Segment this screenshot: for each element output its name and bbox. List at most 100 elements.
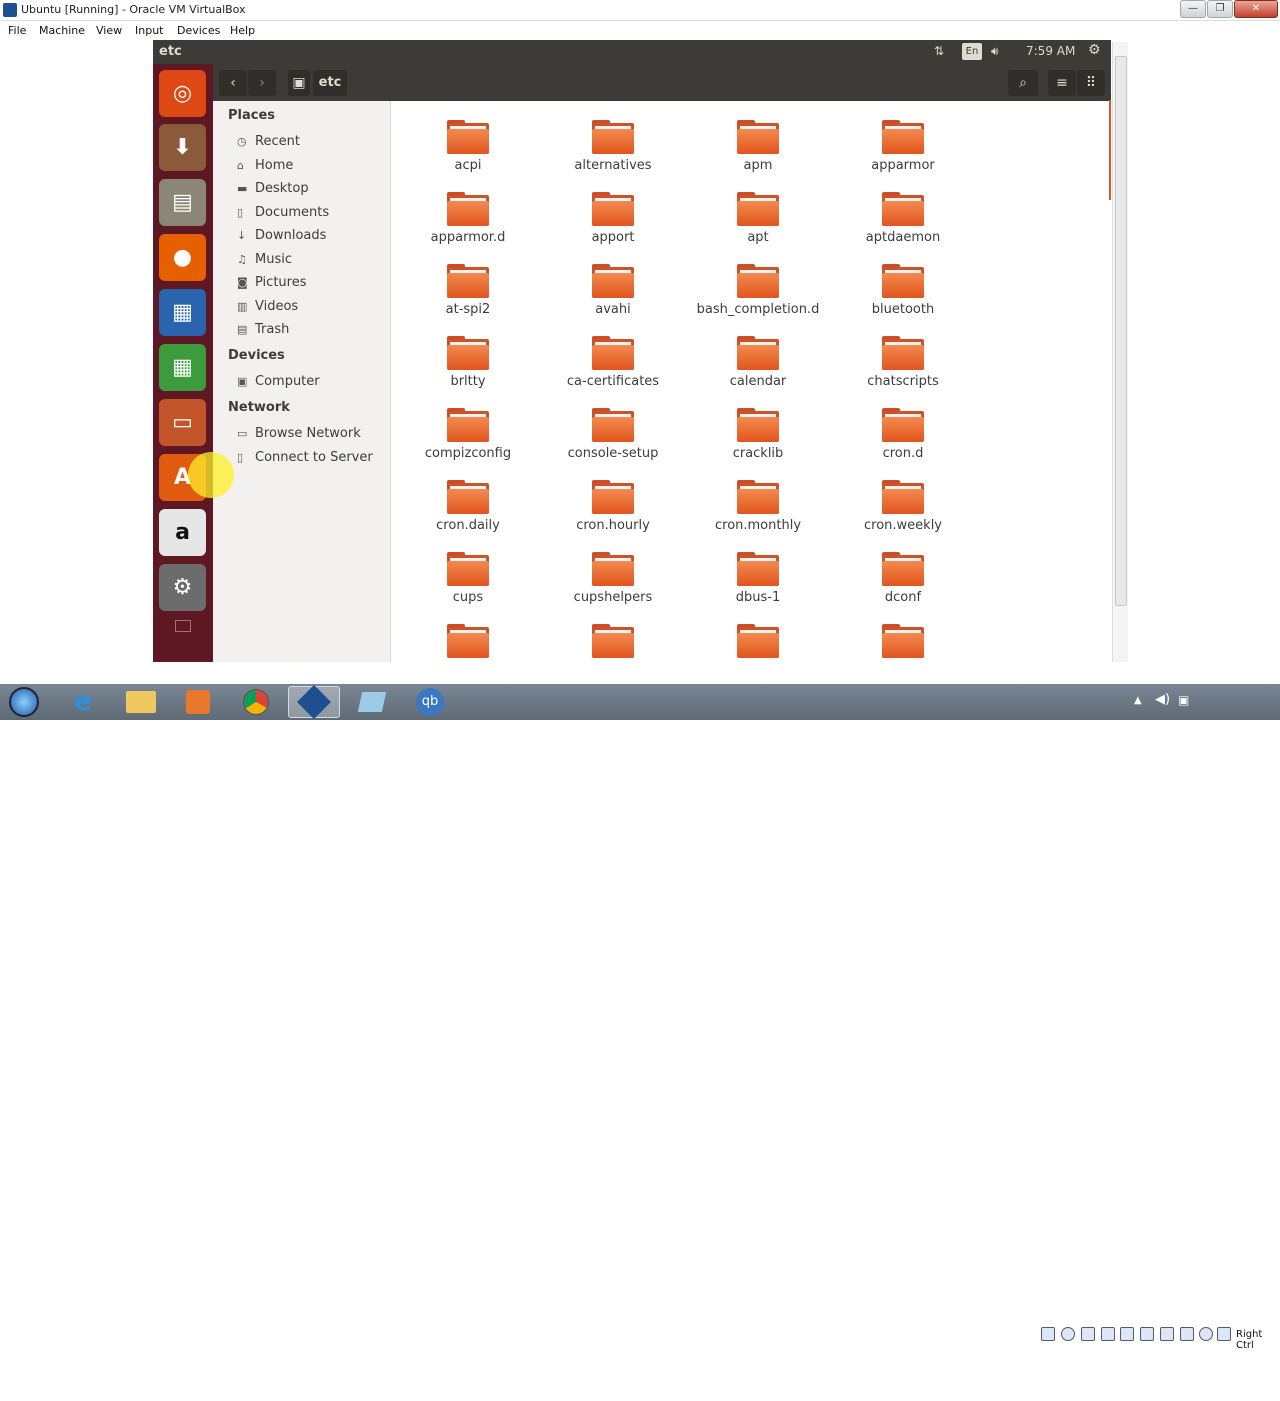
cpu-icon[interactable] bbox=[1180, 1327, 1194, 1341]
folder-item[interactable]: cupshelpers bbox=[543, 547, 683, 615]
calc-icon[interactable]: ▦ bbox=[159, 344, 206, 391]
virtualbox-taskbar-icon[interactable] bbox=[288, 685, 340, 719]
network-tray-icon[interactable]: ▣ bbox=[1178, 693, 1189, 707]
sidebar-item-trash[interactable]: ▤ Trash bbox=[237, 322, 289, 342]
folder-item[interactable]: apm bbox=[688, 115, 828, 183]
sidebar-item-recent[interactable]: ◷ Recent bbox=[237, 134, 300, 154]
menu-file[interactable]: File bbox=[8, 24, 26, 37]
folder-item[interactable]: bash_completion.d bbox=[688, 259, 828, 327]
sidebar-item-pictures[interactable]: ◙ Pictures bbox=[237, 275, 306, 295]
settings-icon[interactable]: ⚙ bbox=[159, 564, 206, 611]
maximize-button[interactable]: ❐ bbox=[1207, 0, 1233, 18]
minimize-button[interactable]: — bbox=[1180, 0, 1206, 18]
folder-item[interactable]: apport bbox=[543, 187, 683, 255]
folder-item[interactable]: aptdaemon bbox=[833, 187, 973, 255]
back-button[interactable]: ‹ bbox=[219, 70, 247, 96]
host-scrollbar[interactable] bbox=[1112, 42, 1128, 662]
drive-icon[interactable]: ▣ bbox=[288, 70, 310, 96]
folder-item[interactable]: ca-certificates bbox=[543, 331, 683, 399]
writer-icon[interactable]: ▦ bbox=[159, 289, 206, 336]
grid-view-icon[interactable]: ⠿ bbox=[1077, 70, 1105, 96]
sidebar-item-desktop[interactable]: ▬ Desktop bbox=[237, 181, 309, 201]
folder-item[interactable]: cron.d bbox=[833, 403, 973, 471]
folder-item[interactable]: compizconfig bbox=[398, 403, 538, 471]
mouse-icon[interactable] bbox=[1217, 1327, 1231, 1341]
gear-icon[interactable]: ⚙ bbox=[1088, 42, 1101, 58]
ie-icon[interactable]: e bbox=[57, 686, 109, 718]
sidebar-item-music[interactable]: ♫ Music bbox=[237, 252, 292, 272]
menu-help[interactable]: Help bbox=[230, 24, 255, 37]
shared-folder-icon[interactable] bbox=[1101, 1327, 1115, 1341]
files-icon[interactable]: ▤ bbox=[159, 179, 206, 226]
firefox-icon[interactable]: ● bbox=[159, 234, 206, 281]
folder-item[interactable] bbox=[688, 619, 828, 662]
sidebar-item-downloads[interactable]: ↓ Downloads bbox=[237, 228, 326, 248]
volume-icon[interactable]: 🔊︎ bbox=[991, 44, 999, 59]
view-scrollbar[interactable] bbox=[1109, 100, 1111, 200]
usb-icon[interactable] bbox=[1081, 1327, 1095, 1341]
folder-item[interactable]: acpi bbox=[398, 115, 538, 183]
installer-icon[interactable]: ⬇ bbox=[159, 124, 206, 171]
display-icon[interactable] bbox=[1120, 1327, 1134, 1341]
explorer-icon[interactable] bbox=[115, 686, 167, 718]
folder-item[interactable]: brltty bbox=[398, 331, 538, 399]
search-icon[interactable]: ⌕ bbox=[1008, 70, 1038, 96]
dash-icon[interactable]: ◎ bbox=[159, 70, 206, 117]
notepad-icon[interactable] bbox=[346, 686, 398, 718]
menu-input[interactable]: Input bbox=[135, 24, 163, 37]
folder-item[interactable]: avahi bbox=[543, 259, 683, 327]
media-player-icon[interactable] bbox=[172, 686, 224, 718]
hdd-icon[interactable] bbox=[1041, 1327, 1055, 1341]
scroll-thumb[interactable] bbox=[1115, 56, 1127, 606]
chrome-icon[interactable] bbox=[230, 686, 282, 718]
menu-machine[interactable]: Machine bbox=[39, 24, 85, 37]
folder-item[interactable]: console-setup bbox=[543, 403, 683, 471]
volume-icon[interactable]: ◀) bbox=[1155, 692, 1170, 707]
sidebar-item-videos[interactable]: ▥ Videos bbox=[237, 299, 298, 319]
folder-item[interactable] bbox=[398, 619, 538, 662]
folder-item[interactable] bbox=[833, 619, 973, 662]
panel-clock[interactable]: 7:59 AM bbox=[1026, 44, 1075, 58]
folder-item[interactable]: cron.monthly bbox=[688, 475, 828, 543]
vtx-icon[interactable] bbox=[1199, 1327, 1213, 1341]
capture-icon[interactable] bbox=[1160, 1327, 1174, 1341]
folder-item[interactable]: cracklib bbox=[688, 403, 828, 471]
amazon-icon[interactable]: a bbox=[159, 509, 206, 556]
folder-item[interactable]: alternatives bbox=[543, 115, 683, 183]
qbittorrent-icon[interactable]: qb bbox=[404, 686, 456, 718]
sidebar-item-home[interactable]: ⌂ Home bbox=[237, 158, 293, 178]
forward-button[interactable]: › bbox=[248, 70, 276, 96]
folder-item[interactable] bbox=[543, 619, 683, 662]
folder-item[interactable]: cron.daily bbox=[398, 475, 538, 543]
folder-item[interactable]: bluetooth bbox=[833, 259, 973, 327]
network-adapter-icon[interactable] bbox=[1140, 1327, 1154, 1341]
menu-view[interactable]: View bbox=[96, 24, 122, 37]
folder-item[interactable]: apparmor bbox=[833, 115, 973, 183]
folder-item[interactable]: cron.weekly bbox=[833, 475, 973, 543]
folder-item[interactable]: at-spi2 bbox=[398, 259, 538, 327]
view-menu-icon[interactable]: ≡ bbox=[1048, 70, 1076, 96]
folder-item[interactable]: apt bbox=[688, 187, 828, 255]
sidebar-item-computer[interactable]: ▣ Computer bbox=[237, 374, 320, 394]
impress-icon[interactable]: ▭ bbox=[159, 399, 206, 446]
folder-item[interactable]: dconf bbox=[833, 547, 973, 615]
start-button[interactable] bbox=[0, 686, 48, 718]
folder-item[interactable]: calendar bbox=[688, 331, 828, 399]
sidebar-item-connect-server[interactable]: ▯ Connect to Server bbox=[237, 450, 373, 470]
network-icon[interactable]: ⇅ bbox=[934, 44, 944, 58]
sidebar-item-documents[interactable]: ▯ Documents bbox=[237, 205, 329, 225]
taskbar-clock[interactable]: 8:29 AM 4/15/2017 bbox=[1200, 1371, 1280, 1401]
sidebar-item-browse-network[interactable]: ▭ Browse Network bbox=[237, 426, 361, 446]
trash-launcher-icon[interactable] bbox=[175, 620, 191, 632]
path-etc-button[interactable]: etc bbox=[313, 70, 347, 96]
cd-icon[interactable] bbox=[1061, 1327, 1075, 1341]
folder-item[interactable]: chatscripts bbox=[833, 331, 973, 399]
folder-item[interactable]: cups bbox=[398, 547, 538, 615]
folder-item[interactable]: dbus-1 bbox=[688, 547, 828, 615]
keyboard-indicator[interactable]: En bbox=[962, 43, 982, 60]
close-button[interactable]: ✕ bbox=[1234, 0, 1278, 18]
show-hidden-icons[interactable]: ▲ bbox=[1134, 695, 1142, 706]
folder-item[interactable]: cron.hourly bbox=[543, 475, 683, 543]
folder-item[interactable]: apparmor.d bbox=[398, 187, 538, 255]
menu-devices[interactable]: Devices bbox=[177, 24, 220, 37]
